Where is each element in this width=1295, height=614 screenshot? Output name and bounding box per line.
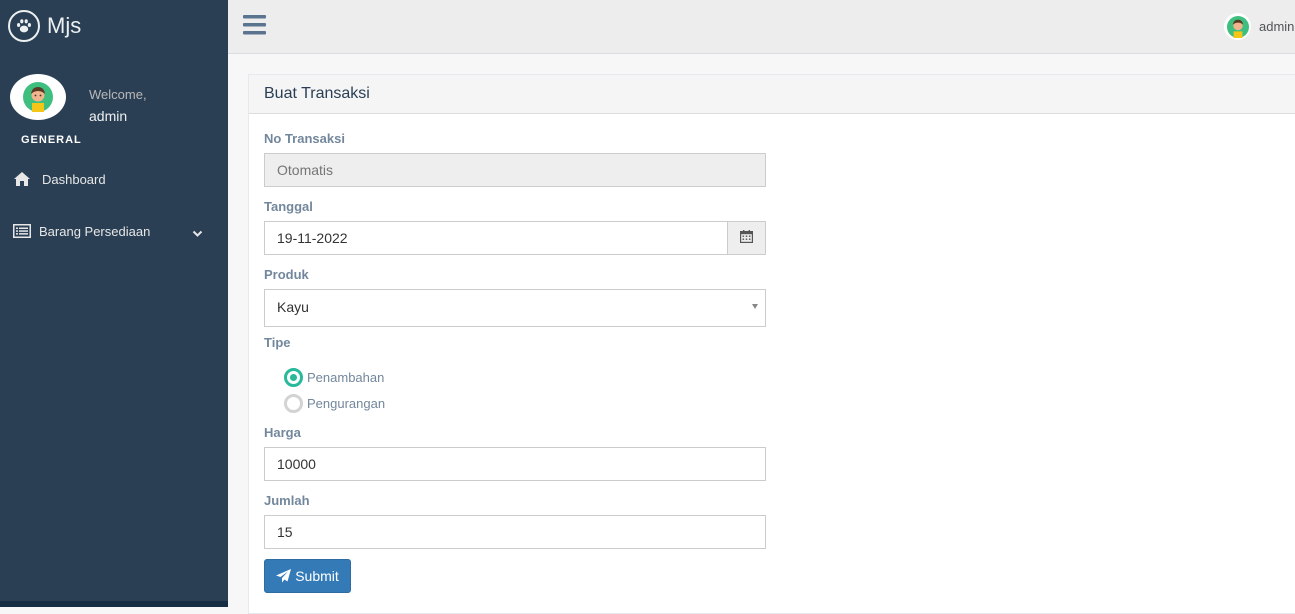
section-title-general: GENERAL <box>21 134 82 146</box>
welcome-text: Welcome, <box>89 87 147 102</box>
no-transaksi-field[interactable] <box>264 153 766 187</box>
sidebar-item-label: Dashboard <box>42 171 106 187</box>
avatar <box>1224 13 1251 40</box>
calendar-icon <box>740 230 754 246</box>
submit-button-label: Submit <box>295 568 339 584</box>
brand-title: Mjs <box>47 13 82 38</box>
calendar-button[interactable] <box>727 221 766 255</box>
caret-down-icon <box>752 304 758 309</box>
sidebar-item-dashboard[interactable]: Dashboard <box>0 162 228 196</box>
user-menu[interactable]: admin <box>1224 13 1294 40</box>
tipe-label: Tipe <box>264 335 291 350</box>
sidebar: Mjs Welcome, admin GENERAL Dashboard Bar… <box>0 0 228 607</box>
page-title: Buat Transaksi <box>264 85 370 102</box>
submit-button[interactable]: Submit <box>264 559 351 593</box>
produk-select[interactable]: Kayu <box>264 289 766 327</box>
jumlah-field[interactable] <box>264 515 766 549</box>
sidebar-item-barang-persediaan[interactable]: Barang Persediaan <box>0 214 228 248</box>
harga-label: Harga <box>264 425 301 440</box>
tanggal-label: Tanggal <box>264 199 313 214</box>
radio-unchecked-icon[interactable] <box>284 394 303 413</box>
produk-selected-value: Kayu <box>277 299 309 315</box>
radio-label: Penambahan <box>307 370 385 385</box>
radio-pengurangan[interactable]: Pengurangan <box>284 394 385 413</box>
welcome-username: admin <box>89 108 128 124</box>
panel-header: Buat Transaksi <box>249 75 1295 114</box>
topnav-username: admin <box>1259 19 1295 34</box>
home-icon <box>13 172 31 186</box>
hamburger-icon[interactable] <box>243 15 266 38</box>
top-navbar: admin <box>228 0 1295 54</box>
harga-field[interactable] <box>264 447 766 481</box>
radio-label: Pengurangan <box>307 396 386 411</box>
sidebar-footer <box>0 601 228 607</box>
sidebar-item-label: Barang Persediaan <box>39 223 151 239</box>
tanggal-field[interactable] <box>264 221 728 255</box>
jumlah-label: Jumlah <box>264 493 310 508</box>
brand-link[interactable]: Mjs <box>8 9 81 43</box>
sidebar-avatar <box>10 74 66 120</box>
paper-plane-icon <box>276 569 292 583</box>
radio-penambahan[interactable]: Penambahan <box>284 368 384 387</box>
produk-label: Produk <box>264 267 309 282</box>
radio-checked-icon[interactable] <box>284 368 303 387</box>
paw-icon <box>8 10 40 42</box>
chevron-down-icon <box>192 226 203 241</box>
list-icon <box>13 224 31 238</box>
no-transaksi-label: No Transaksi <box>264 131 345 146</box>
